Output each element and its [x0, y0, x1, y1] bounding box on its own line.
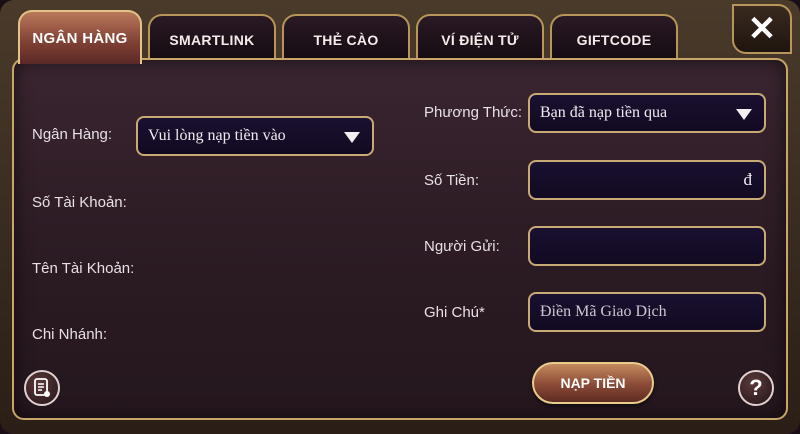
tab-vi-dien-tu[interactable]: VÍ ĐIỆN TỬ: [416, 14, 544, 64]
method-label: Phương Thức:: [424, 104, 523, 121]
method-select[interactable]: Bạn đã nạp tiền qua: [528, 93, 766, 133]
account-name-label: Tên Tài Khoản:: [32, 260, 135, 277]
bank-label: Ngân Hàng:: [32, 126, 113, 143]
tab-the-cao[interactable]: THẺ CÀO: [282, 14, 410, 64]
method-select-value: Bạn đã nạp tiền qua: [540, 104, 668, 121]
amount-input-field[interactable]: [540, 171, 754, 189]
question-icon: ?: [749, 375, 763, 400]
sender-input-field[interactable]: [540, 237, 754, 255]
account-number-label: Số Tài Khoản:: [32, 194, 127, 211]
bank-select[interactable]: Vui lòng nạp tiền vào: [136, 116, 374, 156]
receipt-icon: [34, 378, 50, 397]
amount-input[interactable]: đ: [528, 160, 766, 200]
amount-label: Số Tiền:: [424, 172, 480, 189]
submit-button[interactable]: NẠP TIỀN: [532, 362, 654, 404]
help-button[interactable]: ?: [738, 370, 774, 406]
history-button[interactable]: [24, 370, 60, 406]
close-button[interactable]: ✕: [732, 4, 792, 54]
chevron-down-icon: [344, 132, 360, 143]
bank-select-value: Vui lòng nạp tiền vào: [148, 127, 286, 144]
sender-input[interactable]: [528, 226, 766, 266]
sender-label: Người Gửi:: [424, 238, 500, 255]
tab-giftcode[interactable]: GIFTCODE: [550, 14, 678, 64]
note-input[interactable]: [528, 292, 766, 332]
close-icon: ✕: [747, 10, 777, 48]
currency-symbol: đ: [743, 170, 753, 189]
note-input-field[interactable]: [540, 303, 754, 321]
chevron-down-icon: [736, 109, 752, 120]
tab-smartlink[interactable]: SMARTLINK: [148, 14, 276, 64]
note-label: Ghi Chú*: [424, 304, 485, 321]
branch-label: Chi Nhánh:: [32, 326, 108, 343]
tab-ngan-hang[interactable]: NGÂN HÀNG: [18, 10, 142, 64]
